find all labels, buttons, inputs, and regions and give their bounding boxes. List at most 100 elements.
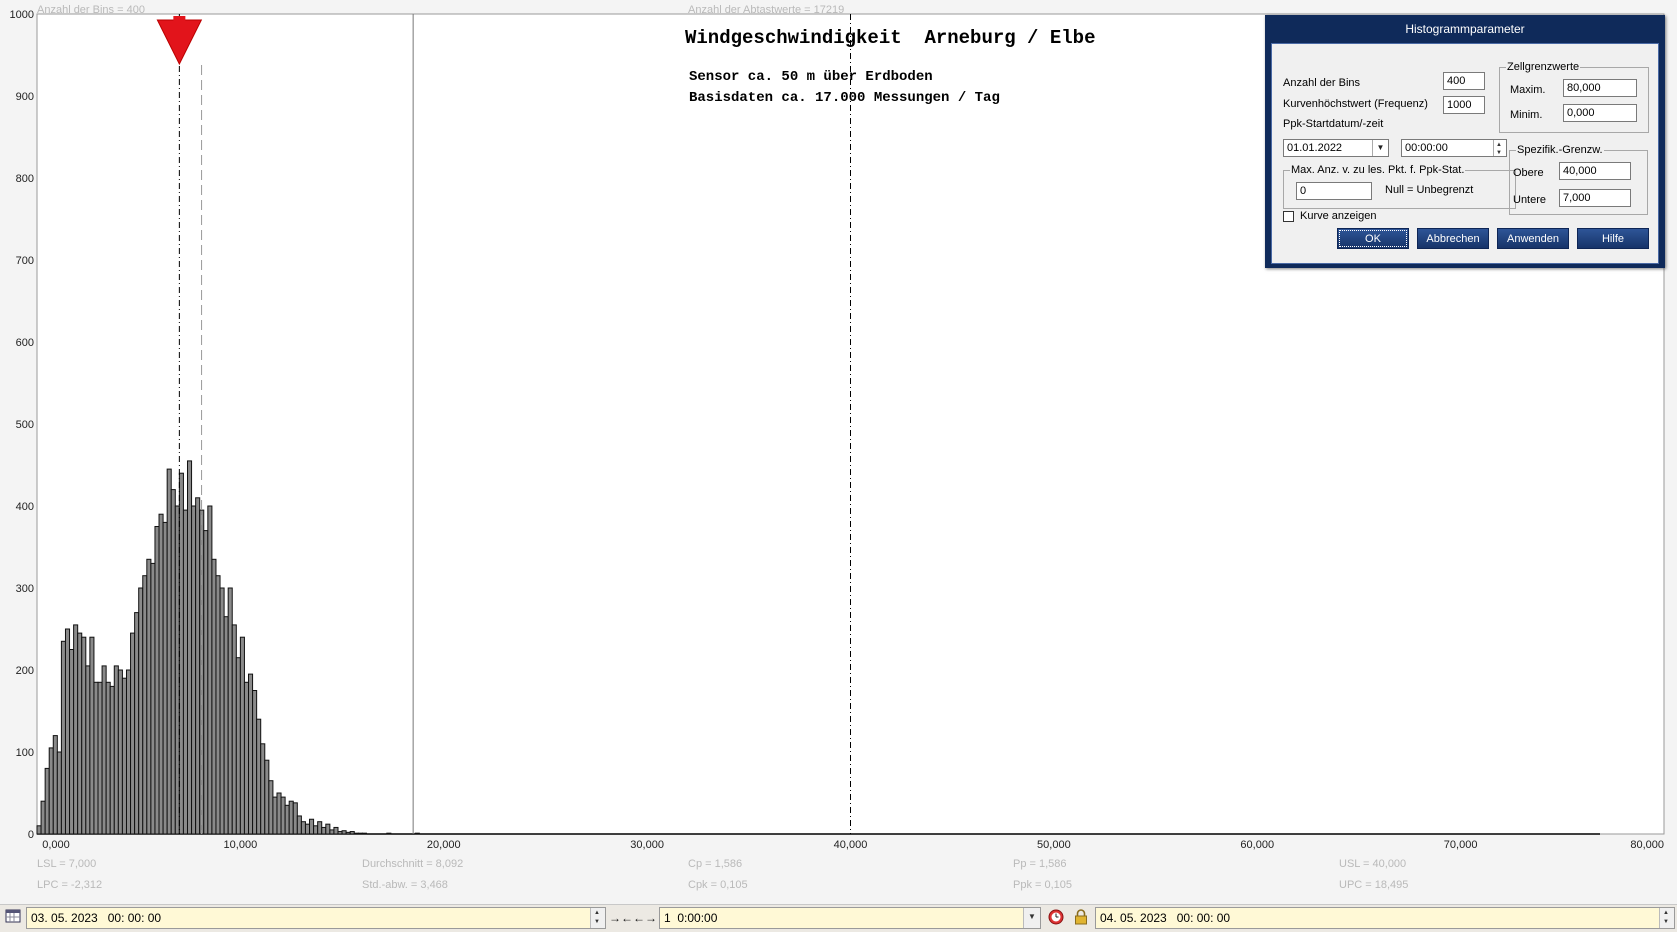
x-tick-label: 0,000 — [42, 839, 70, 851]
time-spinner[interactable]: ▲ ▼ — [1493, 140, 1506, 156]
histogram-bar — [36, 825, 42, 835]
calendar-icon[interactable] — [3, 909, 23, 927]
histogram-bar — [207, 505, 213, 835]
maxim-input[interactable]: 80,000 — [1563, 79, 1637, 97]
apply-button[interactable]: Anwenden — [1497, 228, 1569, 249]
spec-limits-group-title: Spezifik.-Grenzw. — [1516, 143, 1604, 157]
stat-usl: USL = 40,000 — [1339, 858, 1406, 870]
stats-footer: LSL = 7,000 LPC = -2,312 Durchschnitt = … — [37, 858, 1408, 891]
show-curve-label: Kurve anzeigen — [1300, 210, 1377, 222]
y-tick-label: 700 — [16, 255, 34, 267]
x-tick-label: 40,000 — [834, 839, 868, 851]
spec-limits-group: Spezifik.-Grenzw. Obere 40,000 Untere 7,… — [1509, 143, 1648, 215]
ppk-start-label: Ppk-Startdatum/-zeit — [1283, 118, 1384, 130]
start-datetime-spinner[interactable]: ▲ ▼ — [590, 908, 605, 928]
histogram-bar — [256, 718, 262, 835]
histogram-bar — [284, 804, 290, 835]
curve-max-input[interactable]: 1000 — [1443, 96, 1485, 114]
histogram-bar — [288, 800, 294, 835]
histogram-bar — [333, 826, 339, 835]
histogram-bar — [268, 780, 274, 835]
bins-input[interactable]: 400 — [1443, 72, 1485, 90]
ok-button[interactable]: OK — [1337, 228, 1409, 249]
lock-icon[interactable] — [1071, 909, 1091, 927]
histogram-bar — [264, 759, 270, 835]
histogram-bar — [321, 826, 327, 835]
histogram-bar — [158, 513, 164, 835]
untere-input[interactable]: 7,000 — [1559, 189, 1631, 207]
histogram-bar — [235, 657, 241, 835]
y-tick-label: 200 — [16, 665, 34, 677]
max-points-group: Max. Anz. v. zu les. Pkt. f. Ppk-Stat. 0… — [1283, 163, 1516, 209]
interval-select[interactable]: 1 0:00:00 ▼ — [659, 907, 1041, 929]
histogram-bar — [69, 649, 75, 835]
end-datetime-field[interactable]: 04. 05. 2023 00: 00: 00 ▲ ▼ — [1095, 907, 1675, 929]
curve-max-label: Kurvenhöchstwert (Frequenz) — [1283, 98, 1428, 110]
histogram-bar — [260, 743, 266, 835]
obere-input[interactable]: 40,000 — [1559, 162, 1631, 180]
histogram-bar — [142, 575, 148, 835]
histogram-bar — [191, 505, 197, 835]
stat-mean: Durchschnitt = 8,092 — [362, 858, 463, 870]
histogram-bar — [215, 575, 221, 835]
chevron-down-icon[interactable]: ▼ — [1023, 908, 1040, 928]
bins-label: Anzahl der Bins — [1283, 77, 1361, 89]
histogram-bar — [386, 832, 392, 835]
ppk-time-input[interactable]: 00:00:00 ▲ ▼ — [1401, 139, 1507, 157]
histogram-bar — [243, 681, 250, 835]
histogram-bar — [211, 558, 217, 835]
ppk-date-select[interactable]: 01.01.2022 ▼ — [1283, 139, 1389, 157]
histogram-bar — [170, 489, 176, 835]
histogram-bar — [325, 823, 331, 835]
histogram-bar — [77, 632, 83, 835]
maxim-label: Maxim. — [1510, 84, 1546, 96]
end-datetime-value: 04. 05. 2023 00: 00: 00 — [1100, 911, 1231, 925]
show-curve-checkbox[interactable] — [1283, 211, 1294, 222]
zoom-out-icon[interactable]: ←→ — [633, 909, 657, 927]
chart-subtitle-2: Basisdaten ca. 17.000 Messungen / Tag — [689, 90, 1000, 106]
histogram-bar — [117, 669, 123, 835]
histogram-bar — [56, 751, 62, 835]
help-button[interactable]: Hilfe — [1577, 228, 1649, 249]
histogram-bar — [313, 825, 319, 835]
y-tick-label: 400 — [16, 501, 34, 513]
bottom-toolbar: 03. 05. 2023 00: 00: 00 ▲ ▼ →← ←→ 1 0:00:… — [0, 904, 1677, 932]
obere-label: Obere — [1513, 167, 1544, 179]
histogram-bar — [125, 669, 132, 835]
y-tick-label: 500 — [16, 419, 34, 431]
histogram-bar — [272, 796, 278, 835]
histogram-bar — [81, 636, 87, 835]
histogram-bar — [227, 587, 233, 835]
y-tick-label: 1000 — [10, 9, 34, 21]
untere-label: Untere — [1513, 194, 1547, 206]
stat-lsl: LSL = 7,000 — [37, 858, 96, 870]
chevron-down-icon[interactable]: ▼ — [1372, 140, 1388, 156]
clock-icon[interactable] — [1046, 909, 1066, 927]
cancel-button[interactable]: Abbrechen — [1417, 228, 1489, 249]
minim-input[interactable]: 0,000 — [1563, 104, 1637, 122]
histogram-bar — [93, 681, 99, 835]
cell-limits-group-title: Zellgrenzwerte — [1506, 60, 1581, 74]
minim-label: Minim. — [1510, 109, 1543, 121]
histogram-bar — [109, 685, 115, 835]
max-points-input[interactable]: 0 — [1296, 182, 1372, 200]
stat-cp: Cp = 1,586 — [688, 858, 742, 870]
histogram-bar — [195, 497, 201, 835]
zoom-in-icon[interactable]: →← — [609, 909, 633, 927]
end-datetime-spinner[interactable]: ▲ ▼ — [1659, 908, 1674, 928]
cell-limits-group: Zellgrenzwerte Maxim. 80,000 Minim. 0,00… — [1499, 60, 1649, 133]
histogram-bar — [113, 665, 119, 835]
stat-stddev: Std.-abw. = 3,468 — [362, 879, 448, 891]
histogram-bar — [52, 735, 58, 835]
histogram-bar — [248, 673, 254, 835]
start-datetime-field[interactable]: 03. 05. 2023 00: 00: 00 ▲ ▼ — [26, 907, 606, 929]
histogram-bar — [60, 640, 66, 835]
histogram-bar — [414, 832, 420, 835]
histogram-bar — [146, 558, 152, 835]
histogram-bar — [89, 636, 95, 835]
histogram-bar — [219, 587, 225, 835]
histogram-bar — [276, 792, 282, 835]
interval-value: 1 0:00:00 — [664, 911, 718, 925]
histogram-bar — [239, 636, 245, 835]
histogram-bar — [296, 815, 302, 835]
